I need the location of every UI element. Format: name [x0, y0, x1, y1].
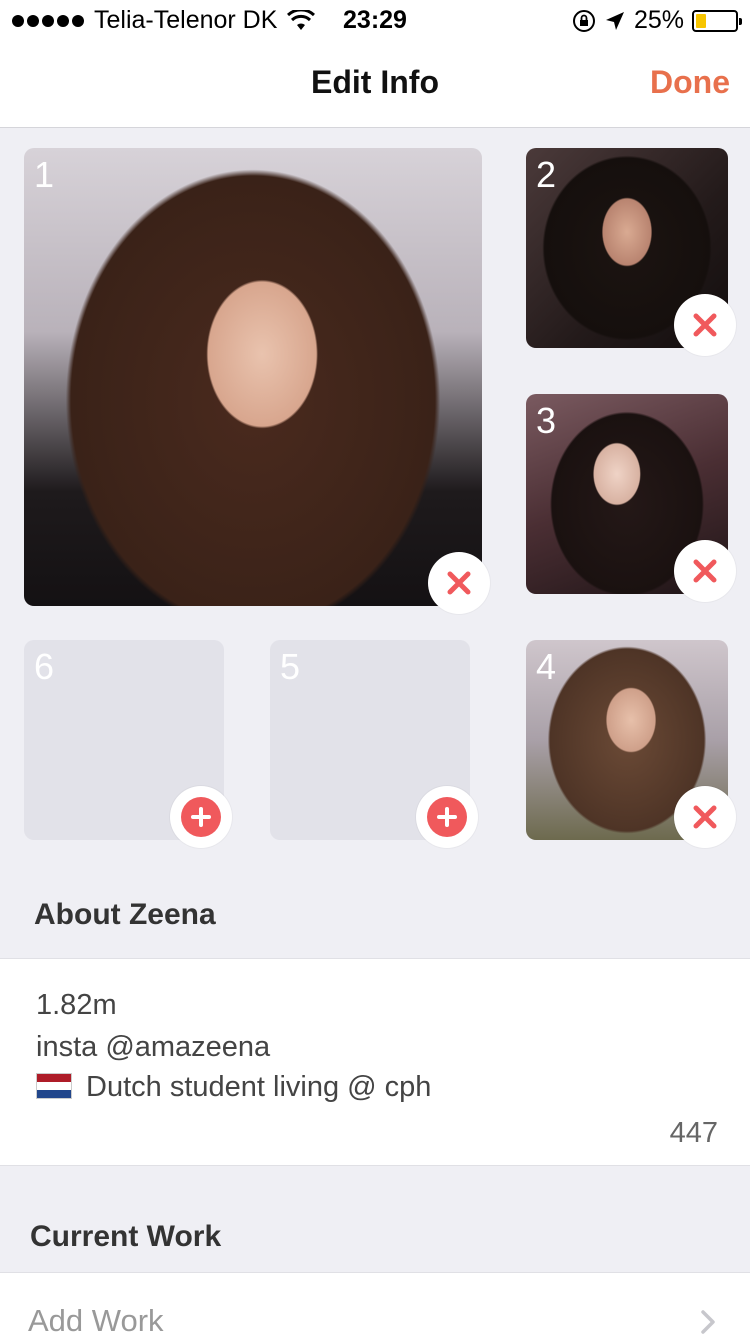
- netherlands-flag-icon: [36, 1073, 72, 1099]
- photo-slot-3[interactable]: 3: [526, 394, 736, 602]
- photo-slot-5[interactable]: 5: [270, 640, 478, 848]
- remove-photo-button[interactable]: [674, 294, 736, 356]
- about-line-bio: Dutch student living @ cph: [36, 1071, 431, 1104]
- photo-slot-number: 6: [34, 646, 55, 687]
- battery-percent: 25%: [633, 6, 684, 34]
- profile-photo-1: [24, 148, 482, 606]
- current-work-heading: Current Work: [30, 1220, 222, 1253]
- about-line-height: 1.82m: [36, 989, 117, 1021]
- about-line-insta: insta @amazeena: [36, 1031, 271, 1063]
- photo-slot-1[interactable]: 1: [24, 148, 490, 614]
- remove-photo-button[interactable]: [674, 540, 736, 602]
- add-work-row[interactable]: Add Work: [0, 1272, 750, 1334]
- edit-info-screen: Telia-Telenor DK 23:29 25% Edit Info Don…: [0, 0, 750, 1334]
- rotation-lock-icon: [572, 9, 595, 32]
- photo-slot-number: 3: [536, 400, 557, 441]
- remove-x-icon: [447, 571, 471, 595]
- photo-slot-number: 2: [536, 154, 557, 195]
- done-button[interactable]: Done: [650, 64, 730, 101]
- remove-x-icon: [693, 313, 717, 337]
- add-photo-button[interactable]: [170, 786, 232, 848]
- photo-slot-2[interactable]: 2: [526, 148, 736, 356]
- add-work-placeholder: Add Work: [28, 1303, 164, 1334]
- remove-photo-button[interactable]: [674, 786, 736, 848]
- remove-photo-button[interactable]: [428, 552, 490, 614]
- status-right: 25%: [572, 6, 742, 35]
- page-title: Edit Info: [311, 64, 439, 100]
- battery-icon: [692, 9, 742, 32]
- about-heading: About Zeena: [34, 898, 216, 931]
- about-bio-text: Dutch student living @ cph: [86, 1071, 432, 1103]
- location-arrow-icon: [605, 11, 624, 30]
- add-plus-icon: [181, 797, 221, 837]
- photo-slot-number: 1: [34, 154, 55, 195]
- photo-slot-4[interactable]: 4: [526, 640, 736, 848]
- navigation-bar: Edit Info Done: [0, 40, 750, 128]
- photo-slot-6[interactable]: 6: [24, 640, 232, 848]
- remove-x-icon: [693, 805, 717, 829]
- chevron-right-icon: [701, 1310, 715, 1334]
- add-plus-icon: [427, 797, 467, 837]
- add-photo-button[interactable]: [416, 786, 478, 848]
- photo-slot-number: 4: [536, 646, 557, 687]
- remaining-characters-count: 447: [669, 1117, 718, 1149]
- status-bar: Telia-Telenor DK 23:29 25%: [0, 0, 750, 40]
- remove-x-icon: [693, 559, 717, 583]
- about-text-area[interactable]: 1.82m insta @amazeena Dutch student livi…: [0, 958, 750, 1166]
- photo-slot-number: 5: [280, 646, 301, 687]
